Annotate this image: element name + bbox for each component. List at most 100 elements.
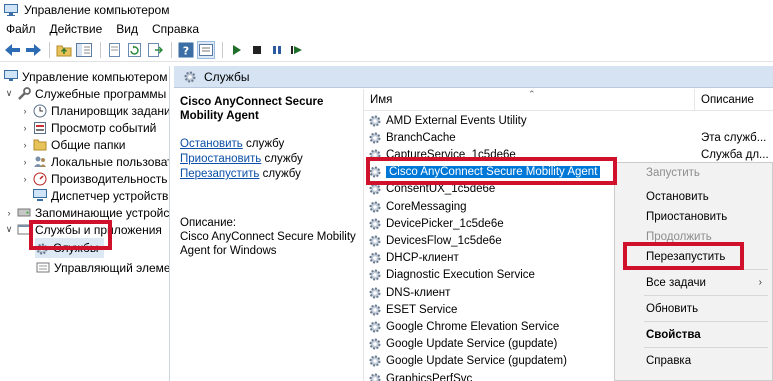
menu-file[interactable]: Файл [6, 22, 36, 36]
service-name: GraphicsPerfSvc [386, 372, 473, 381]
chevron-right-icon[interactable]: › [4, 208, 14, 218]
menu-view[interactable]: Вид [116, 22, 138, 36]
show-hide-tree-icon[interactable] [75, 41, 93, 59]
menu-item-help[interactable]: Справка [615, 351, 772, 370]
pause-service-icon[interactable] [268, 41, 286, 59]
tree-item-storage[interactable]: › Запоминающие устройст [4, 204, 170, 221]
back-arrow-icon[interactable] [4, 41, 22, 59]
description-text: Cisco AnyConnect Secure Mobility Agent f… [180, 231, 356, 257]
service-row[interactable]: BranchCache Эта служб... [364, 129, 773, 146]
service-name: AMD External Events Utility [386, 114, 527, 127]
service-gear-icon [368, 234, 382, 248]
performance-icon [33, 172, 47, 186]
service-gear-icon [368, 303, 382, 317]
chevron-right-icon[interactable]: › [20, 157, 30, 167]
toolbar-separator [100, 42, 101, 58]
service-description: Служба дл... [701, 148, 769, 161]
service-row[interactable]: AMD External Events Utility [364, 112, 773, 129]
tree-item-event-viewer[interactable]: › Просмотр событий [20, 119, 157, 136]
submenu-arrow-icon: › [758, 277, 762, 288]
stop-service-link[interactable]: Остановить [180, 138, 243, 150]
menu-item-start[interactable]: Запустить [615, 163, 772, 182]
chevron-right-icon[interactable]: › [20, 140, 30, 150]
context-menu: Запустить Остановить Приостановить Продо… [614, 162, 773, 381]
tree-item-label: Производительность [51, 171, 168, 186]
title-bar: Управление компьютером [0, 0, 773, 19]
pause-service-link[interactable]: Приостановить [180, 153, 261, 165]
chevron-down-icon[interactable]: ∨ [4, 224, 14, 235]
service-gear-icon [368, 251, 382, 265]
storage-icon [17, 206, 31, 219]
tree-item-system-tools[interactable]: ∨ Служебные программы [4, 85, 167, 102]
chevron-right-icon[interactable]: › [20, 106, 30, 116]
menu-help[interactable]: Справка [152, 22, 199, 36]
tree-item-performance[interactable]: › Производительность [20, 170, 167, 187]
computer-management-icon [4, 3, 18, 16]
column-divider[interactable] [694, 89, 695, 111]
services-pane-header: Службы [174, 66, 773, 88]
users-icon [33, 155, 47, 168]
wmi-control-icon [36, 261, 50, 274]
service-gear-icon [368, 217, 382, 231]
chevron-right-icon[interactable]: › [20, 123, 30, 133]
menu-item-pause[interactable]: Приостановить [615, 207, 772, 226]
menu-item-refresh[interactable]: Обновить [615, 299, 772, 318]
service-name: DevicePicker_1c5de6e [386, 217, 504, 230]
stop-service-icon[interactable] [248, 41, 266, 59]
chevron-right-icon[interactable]: › [20, 174, 30, 184]
service-name: Google Update Service (gupdatem) [386, 355, 567, 368]
services-gear-icon [182, 70, 198, 84]
service-actions: Остановить службу Приостановить службу П… [180, 137, 357, 182]
menu-item-stop[interactable]: Остановить [615, 187, 772, 206]
restart-service-link[interactable]: Перезапустить [180, 168, 259, 180]
export-icon[interactable] [146, 41, 164, 59]
tree-item-device-manager[interactable]: Диспетчер устройств [33, 187, 168, 204]
service-gear-icon [368, 372, 382, 381]
tree-item-task-scheduler[interactable]: › Планировщик заданий [20, 102, 170, 119]
properties-view-icon[interactable] [197, 41, 215, 59]
tree-item-label: Служебные программы [35, 86, 167, 101]
service-name: CoreMessaging [386, 200, 467, 213]
sort-ascending-icon: ⌃ [528, 89, 536, 99]
help-icon[interactable]: ? [177, 41, 195, 59]
tree-item-label: Запоминающие устройст [35, 205, 170, 220]
description-label: Описание: [180, 217, 237, 229]
chevron-down-icon[interactable]: ∨ [4, 88, 14, 99]
service-name: Diagnostic Execution Service [386, 269, 535, 282]
service-gear-icon [368, 200, 382, 214]
restart-action-row: Перезапустить службу [180, 168, 301, 180]
service-name: ConsentUX_1c5de6e [386, 183, 496, 196]
tree-item-label: Общие папки [51, 137, 126, 152]
pane-title: Службы [204, 69, 250, 84]
service-gear-icon [368, 114, 382, 128]
service-gear-icon [368, 337, 382, 351]
menu-item-properties[interactable]: Свойства [615, 325, 772, 344]
tree-item-label: Планировщик заданий [51, 103, 170, 118]
service-gear-icon [368, 320, 382, 334]
toolbar-separator [171, 42, 172, 58]
service-name: ESET Service [386, 303, 458, 316]
toolbar-separator [222, 42, 223, 58]
forward-arrow-icon[interactable] [24, 41, 42, 59]
menu-item-all-tasks[interactable]: Все задачи › [615, 273, 772, 292]
refresh-icon[interactable] [126, 41, 144, 59]
tree-item-label: Просмотр событий [51, 120, 157, 135]
computer-management-icon [4, 70, 18, 83]
pause-action-row: Приостановить службу [180, 153, 303, 165]
menu-separator [644, 321, 768, 322]
tree-item-local-users[interactable]: › Локальные пользовате [20, 153, 170, 170]
up-folder-icon[interactable] [55, 41, 73, 59]
tree-item-root[interactable]: Управление компьютером (л [4, 68, 169, 85]
menu-action[interactable]: Действие [50, 22, 103, 36]
service-name: DevicesFlow_1c5de6e [386, 234, 502, 247]
column-header-description[interactable]: Описание [701, 94, 754, 106]
device-manager-icon [33, 189, 47, 202]
service-gear-icon [368, 268, 382, 282]
start-service-icon[interactable] [228, 41, 246, 59]
tree-item-shared-folders[interactable]: › Общие папки [20, 136, 126, 153]
tree-item-wmi[interactable]: Управляющий элемен [36, 259, 169, 276]
restart-service-icon[interactable] [288, 41, 306, 59]
copy-icon[interactable] [106, 41, 124, 59]
service-gear-icon [368, 131, 382, 145]
column-header-name[interactable]: Имя [370, 94, 392, 106]
